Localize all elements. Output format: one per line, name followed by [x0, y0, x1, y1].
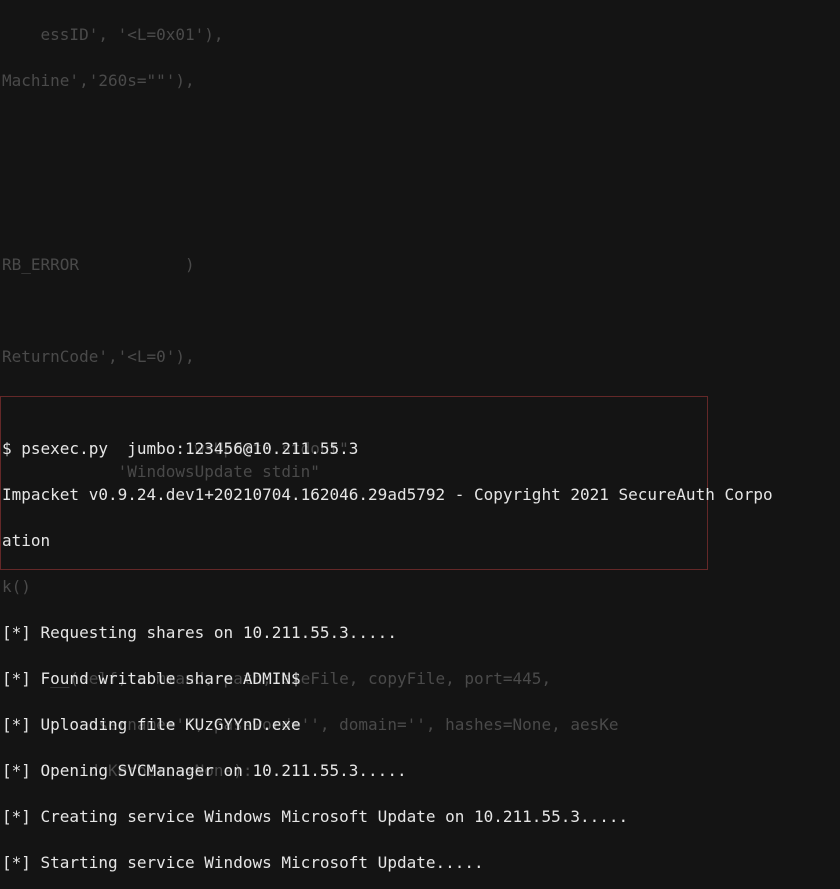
output-line: [*] Opening SVCManager on 10.211.55.3...…	[2, 759, 838, 782]
output-line: [*] Uploading file KUzGYYnD.exe	[2, 713, 838, 736]
command-text: psexec.py jumbo:123456@10.211.55.3	[21, 439, 358, 458]
output-line: Impacket v0.9.24.dev1+20210704.162046.29…	[2, 483, 838, 506]
prompt-symbol: $	[2, 439, 21, 458]
output-line: ation	[2, 529, 838, 552]
ghost-text: ReturnCode','<L=0'),	[2, 345, 195, 368]
output-line: [*] Creating service Windows Microsoft U…	[2, 805, 838, 828]
blank-line	[2, 575, 838, 598]
ghost-text: RB_ERROR )	[2, 253, 195, 276]
command-line: $ psexec.py jumbo:123456@10.211.55.3	[2, 437, 838, 460]
output-line: [*] Requesting shares on 10.211.55.3....…	[2, 621, 838, 644]
output-line: [*] Found writable share ADMIN$	[2, 667, 838, 690]
terminal[interactable]: essID', '<L=0x01'), Machine','260s=""'),…	[0, 0, 840, 889]
output-line: [*] Starting service Windows Microsoft U…	[2, 851, 838, 874]
ghost-text: Machine','260s=""'),	[2, 69, 195, 92]
ghost-text: essID', '<L=0x01'),	[2, 23, 224, 46]
